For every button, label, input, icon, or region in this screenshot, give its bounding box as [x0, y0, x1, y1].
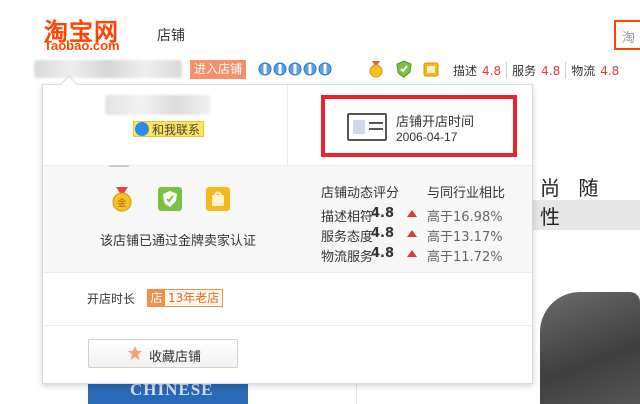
search-box[interactable]: 淘 — [614, 20, 640, 50]
section-tab-marker — [109, 165, 129, 167]
rating-label: 服务 — [512, 64, 537, 78]
rating-logistics: 物流 4.8 — [565, 62, 624, 79]
contact-seller-button[interactable]: 和我联系 — [133, 121, 205, 137]
seven-day-return-icon[interactable] — [422, 60, 440, 78]
crown-icon — [258, 62, 272, 76]
open-time-date: 2006-04-17 — [396, 130, 458, 144]
score-row: 物流服务 4.8 高于11.72% — [321, 246, 521, 265]
svg-text:金: 金 — [117, 197, 126, 209]
wangwang-icon — [135, 122, 149, 136]
certification-and-scores: 金 该店铺已通过金牌卖家认证 店铺动态评分 与同行业相比 描述相符 4.8 高于… — [43, 165, 532, 273]
open-time-title: 店铺开店时间 — [396, 115, 475, 130]
up-arrow-icon — [407, 230, 417, 237]
crown-icon — [288, 62, 302, 76]
score-name: 物流服务 — [321, 250, 374, 265]
shop-age-row: 开店时长 店 13年老店 — [43, 273, 532, 326]
compare-header: 与同行业相比 — [427, 186, 506, 201]
shop-age-text: 13年老店 — [165, 290, 223, 306]
shop-name-blurred[interactable] — [34, 60, 182, 78]
score-name: 服务态度 — [321, 230, 374, 245]
up-arrow-icon — [407, 250, 417, 257]
nav-shop-label[interactable]: 店铺 — [157, 25, 185, 45]
consumer-protection-icon[interactable] — [157, 186, 183, 212]
rating-value: 4.8 — [541, 64, 561, 78]
shop-open-time-box: 店铺开店时间 2006-04-17 — [321, 95, 517, 157]
score-value: 4.8 — [371, 246, 395, 261]
taobao-logo[interactable]: 淘宝网 Taobao.com — [44, 12, 134, 53]
rating-label: 物流 — [571, 64, 596, 78]
shop-ratings-summary: 描述 4.8 服务 4.8 物流 4.8 — [448, 62, 624, 79]
score-row: 描述相符 4.8 高于16.98% — [321, 206, 521, 225]
rating-value: 4.8 — [600, 64, 620, 78]
rating-service: 服务 4.8 — [506, 62, 565, 79]
favorite-shop-label: 收藏店铺 — [149, 350, 202, 365]
score-compare: 高于16.98% — [427, 210, 503, 225]
certification-icons: 金 — [109, 186, 231, 212]
score-value: 4.8 — [371, 226, 395, 241]
star-icon — [128, 346, 142, 360]
product-image-right[interactable] — [540, 292, 640, 404]
favorite-shop-button[interactable]: 收藏店铺 — [88, 339, 238, 368]
up-arrow-icon — [407, 210, 417, 217]
shop-info-bar: 进入店铺 描述 4.8 服务 4.8 物流 4.8 — [0, 58, 640, 84]
seller-section: 和我联系 — [43, 85, 288, 165]
seller-name-blurred — [105, 95, 211, 115]
shopping-bag-guarantee-icon[interactable] — [205, 186, 231, 212]
score-header: 店铺动态评分 — [321, 186, 400, 201]
contact-seller-label: 和我联系 — [152, 122, 201, 137]
gold-seller-medal-icon[interactable] — [367, 60, 385, 78]
shop-age-badge: 店 13年老店 — [147, 289, 224, 307]
crown-rating — [258, 61, 332, 77]
enter-shop-button[interactable]: 进入店铺 — [190, 60, 246, 79]
score-name: 描述相符 — [321, 210, 374, 225]
rating-label: 描述 — [453, 64, 478, 78]
rating-description: 描述 4.8 — [448, 62, 506, 79]
score-row: 服务态度 4.8 高于13.17% — [321, 226, 521, 245]
logo-english-text: Taobao.com — [44, 38, 120, 53]
crown-icon — [318, 62, 332, 76]
consumer-protection-icon[interactable] — [395, 60, 413, 78]
score-value: 4.8 — [371, 206, 395, 221]
score-compare: 高于13.17% — [427, 230, 503, 245]
shop-info-popup: 和我联系 店铺开店时间 2006-04-17 金 该店铺已通过金牌卖家认证 店铺… — [42, 75, 533, 384]
id-card-icon — [347, 113, 387, 141]
gold-seller-medal-icon[interactable]: 金 — [109, 186, 135, 212]
crown-icon — [303, 62, 317, 76]
score-compare: 高于11.72% — [427, 250, 503, 265]
store-slogan: 尚 随 性 — [540, 176, 605, 229]
rating-value: 4.8 — [482, 64, 502, 78]
certification-text: 该店铺已通过金牌卖家认证 — [100, 234, 257, 249]
site-header: 淘宝网 Taobao.com 店铺 淘 — [0, 0, 640, 60]
crown-icon — [273, 62, 287, 76]
store-icon: 店 — [148, 290, 165, 306]
shop-age-label: 开店时长 — [87, 292, 136, 306]
search-placeholder: 淘 — [622, 31, 636, 46]
